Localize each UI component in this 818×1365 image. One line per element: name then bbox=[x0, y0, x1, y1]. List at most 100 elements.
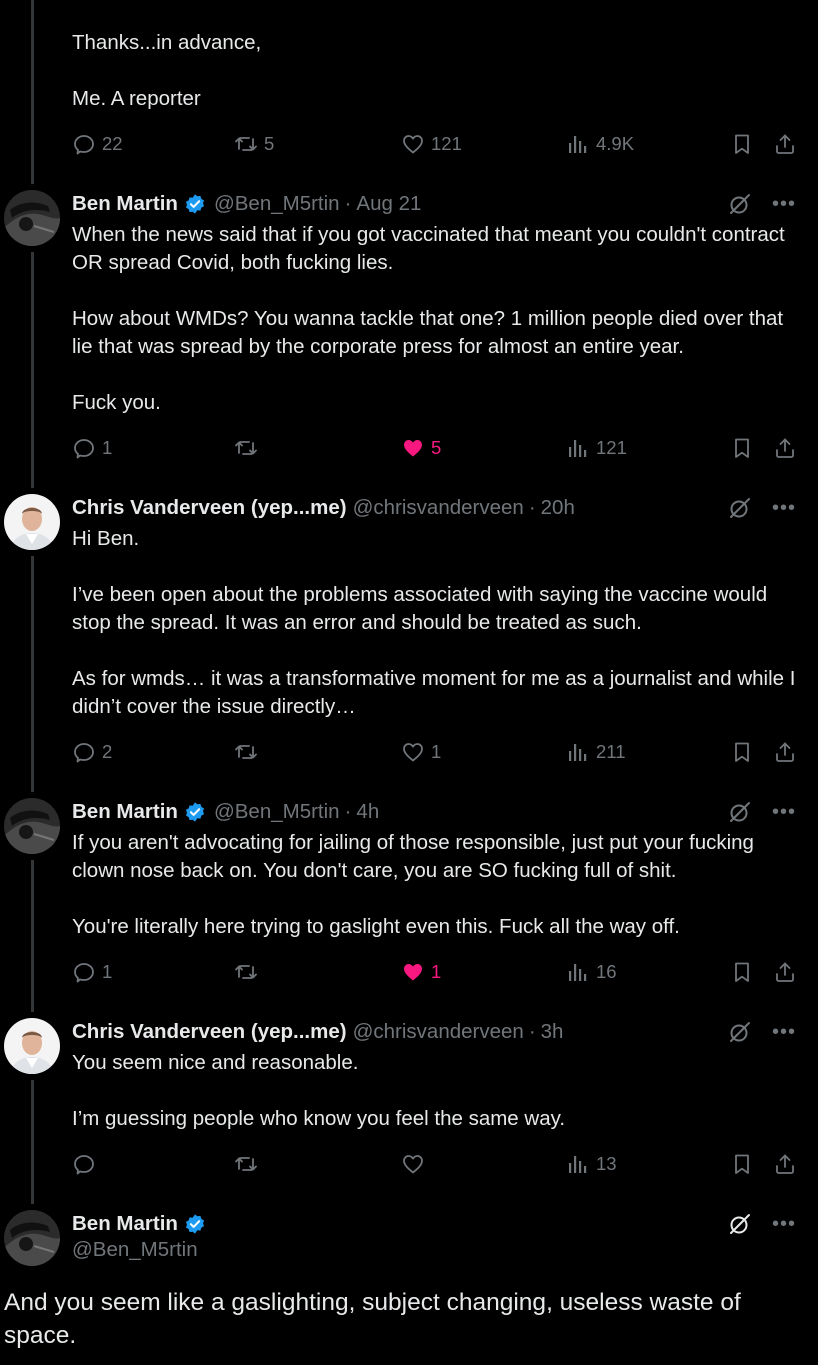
repost-button[interactable] bbox=[234, 957, 264, 987]
bookmark-button[interactable] bbox=[730, 129, 754, 159]
grok-icon[interactable] bbox=[728, 800, 752, 824]
verified-badge-icon bbox=[184, 1213, 206, 1235]
author-name[interactable]: Ben Martin bbox=[72, 192, 178, 216]
author-handle[interactable]: @Ben_M5rtin bbox=[214, 800, 340, 824]
views-button[interactable]: 4.9K bbox=[566, 129, 634, 159]
more-options-icon[interactable]: ••• bbox=[772, 1021, 796, 1044]
author-handle[interactable]: @chrisvanderveen bbox=[353, 1020, 524, 1044]
reply-button[interactable]: 2 bbox=[72, 737, 112, 767]
more-options-icon[interactable]: ••• bbox=[772, 497, 796, 520]
tweet-paragraph: I’ve been open about the problems associ… bbox=[72, 583, 768, 634]
header-icons: ••• bbox=[728, 1212, 796, 1236]
views-icon bbox=[566, 436, 590, 460]
like-button[interactable]: 5 bbox=[401, 433, 441, 463]
author-handle[interactable]: @Ben_M5rtin bbox=[214, 192, 340, 216]
avatar[interactable] bbox=[4, 1210, 60, 1266]
thread-line bbox=[31, 556, 34, 792]
verified-badge-icon bbox=[184, 801, 206, 823]
views-button[interactable]: 13 bbox=[566, 1149, 617, 1179]
time-separator: · bbox=[528, 1020, 536, 1043]
views-count: 211 bbox=[596, 741, 626, 762]
tweet-paragraph: Hi Ben. bbox=[72, 527, 140, 550]
repost-icon bbox=[234, 960, 258, 984]
tweet-text: When the news said that if you got vacci… bbox=[72, 221, 804, 417]
author-handle[interactable]: @Ben_M5rtin bbox=[72, 1238, 198, 1262]
heart-icon bbox=[401, 740, 425, 764]
reply-icon bbox=[72, 960, 96, 984]
bookmark-button[interactable] bbox=[730, 1149, 754, 1179]
like-count: 121 bbox=[431, 133, 462, 154]
more-options-icon[interactable]: ••• bbox=[772, 193, 796, 216]
reply-button[interactable] bbox=[72, 1149, 102, 1179]
tweet-paragraph: I’m guessing people who know you feel th… bbox=[72, 1107, 566, 1130]
post-time[interactable]: 3h bbox=[541, 1020, 564, 1044]
tweet-paragraph: How about WMDs? You wanna tackle that on… bbox=[72, 307, 784, 358]
avatar[interactable] bbox=[4, 494, 60, 550]
share-button[interactable] bbox=[773, 957, 797, 987]
views-count: 16 bbox=[596, 961, 617, 982]
reply-count: 22 bbox=[102, 133, 123, 154]
reply-button[interactable]: 22 bbox=[72, 129, 123, 159]
tweet-paragraph: When the news said that if you got vacci… bbox=[72, 223, 785, 274]
share-button[interactable] bbox=[773, 1149, 797, 1179]
author-name[interactable]: Chris Vanderveen (yep...me) bbox=[72, 1020, 347, 1044]
reply-icon bbox=[72, 436, 96, 460]
repost-button[interactable] bbox=[234, 433, 264, 463]
reply-count: 2 bbox=[102, 741, 113, 762]
views-count: 121 bbox=[596, 437, 627, 458]
author-name[interactable]: Chris Vanderveen (yep...me) bbox=[72, 496, 347, 520]
tweet-text: Hi Ben. I’ve been open about the problem… bbox=[72, 525, 804, 721]
views-button[interactable]: 211 bbox=[566, 737, 626, 767]
repost-icon bbox=[234, 132, 258, 156]
header-icons: ••• bbox=[728, 800, 796, 824]
tweet-text: If you aren't advocating for jailing of … bbox=[72, 829, 804, 941]
like-button[interactable]: 1 bbox=[401, 737, 441, 767]
views-icon bbox=[566, 132, 590, 156]
repost-button[interactable]: 5 bbox=[234, 129, 274, 159]
post-time[interactable]: 20h bbox=[541, 496, 575, 520]
main-post-header: Ben Martin ••• bbox=[72, 1210, 818, 1238]
reply-button[interactable]: 1 bbox=[72, 433, 112, 463]
views-button[interactable]: 121 bbox=[566, 433, 627, 463]
bookmark-button[interactable] bbox=[730, 737, 754, 767]
author-name[interactable]: Ben Martin bbox=[72, 1212, 178, 1236]
main-post-text: And you seem like a gaslighting, subject… bbox=[4, 1289, 741, 1349]
share-button[interactable] bbox=[773, 129, 797, 159]
reply-icon bbox=[72, 132, 96, 156]
reply-icon bbox=[72, 740, 96, 764]
like-button[interactable]: 121 bbox=[401, 129, 462, 159]
more-options-icon[interactable]: ••• bbox=[772, 801, 796, 824]
grok-icon[interactable] bbox=[728, 192, 752, 216]
author-handle[interactable]: @chrisvanderveen bbox=[353, 496, 524, 520]
heart-icon bbox=[401, 1152, 425, 1176]
bookmark-button[interactable] bbox=[730, 433, 754, 463]
post-time[interactable]: Aug 21 bbox=[356, 192, 421, 216]
tweet-paragraph: Fuck you. bbox=[72, 391, 161, 414]
post-time[interactable]: 4h bbox=[356, 800, 379, 824]
tweet-header: Ben Martin @Ben_M5rtin · 4h ••• bbox=[72, 798, 818, 826]
heart-icon bbox=[401, 132, 425, 156]
bookmark-button[interactable] bbox=[730, 957, 754, 987]
bookmark-icon bbox=[730, 740, 754, 764]
author-name[interactable]: Ben Martin bbox=[72, 800, 178, 824]
repost-button[interactable] bbox=[234, 1149, 264, 1179]
grok-icon[interactable] bbox=[728, 1020, 752, 1044]
avatar[interactable] bbox=[4, 798, 60, 854]
share-button[interactable] bbox=[773, 737, 797, 767]
avatar[interactable] bbox=[4, 1018, 60, 1074]
repost-button[interactable] bbox=[234, 737, 264, 767]
views-button[interactable]: 16 bbox=[566, 957, 617, 987]
avatar[interactable] bbox=[4, 190, 60, 246]
tweet-actions: 2 1 211 bbox=[72, 737, 800, 767]
views-count: 4.9K bbox=[596, 133, 635, 154]
grok-icon[interactable] bbox=[728, 1212, 752, 1236]
views-icon bbox=[566, 960, 590, 984]
share-icon bbox=[773, 1152, 797, 1176]
reply-button[interactable]: 1 bbox=[72, 957, 112, 987]
share-button[interactable] bbox=[773, 433, 797, 463]
like-button[interactable] bbox=[401, 1149, 431, 1179]
grok-icon[interactable] bbox=[728, 496, 752, 520]
more-options-icon[interactable]: ••• bbox=[772, 1213, 796, 1236]
time-separator: · bbox=[344, 192, 352, 215]
like-button[interactable]: 1 bbox=[401, 957, 441, 987]
